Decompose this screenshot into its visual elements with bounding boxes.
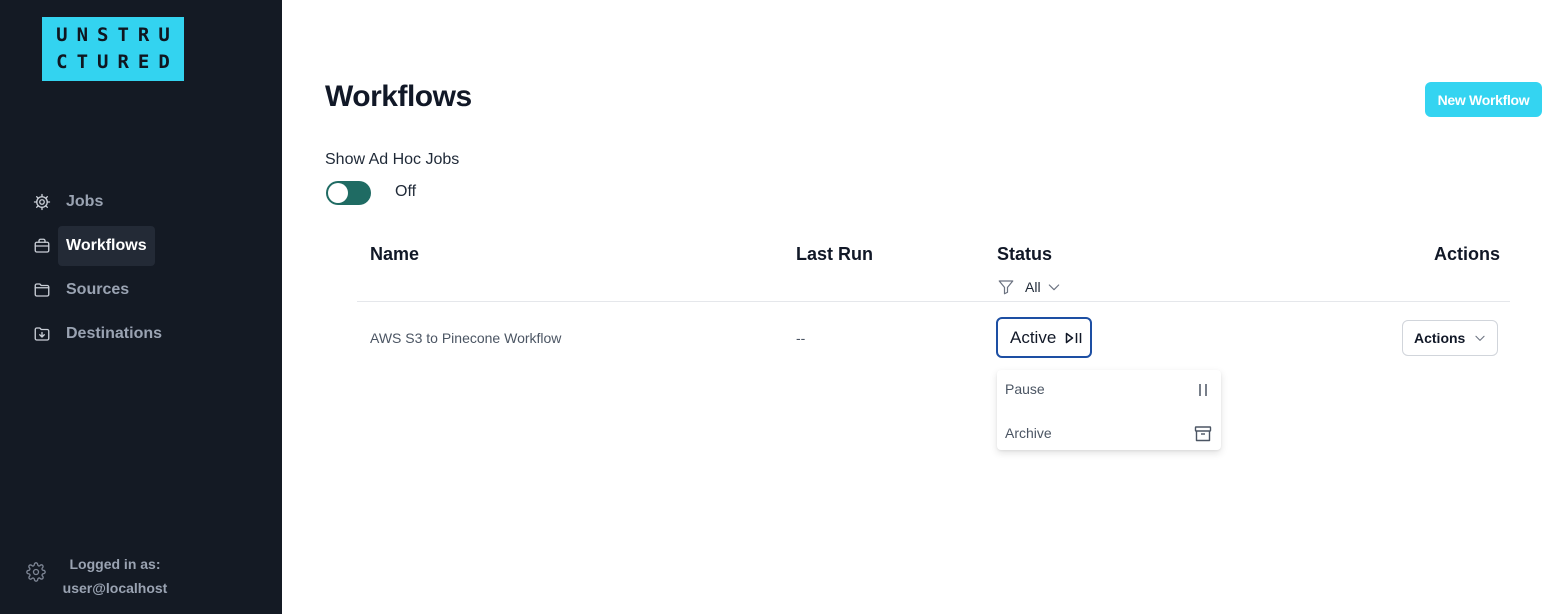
sidebar-item-label: Workflows bbox=[58, 226, 155, 266]
pause-icon bbox=[1199, 384, 1207, 396]
filter-icon bbox=[998, 280, 1014, 295]
workflow-name[interactable]: AWS S3 to Pinecone Workflow bbox=[370, 330, 561, 346]
menu-item-pause[interactable]: Pause bbox=[997, 370, 1221, 410]
logged-in-user: user@localhost bbox=[62, 580, 168, 596]
menu-item-label: Pause bbox=[1005, 381, 1045, 397]
status-value: Active bbox=[1010, 327, 1057, 347]
sidebar-item-label: Destinations bbox=[66, 325, 163, 342]
logged-in-section: Logged in as: user@localhost bbox=[26, 548, 266, 598]
row-actions-label: Actions bbox=[1414, 330, 1466, 346]
sidebar-item-label: Jobs bbox=[66, 193, 104, 210]
toggle-state-label: Off bbox=[395, 183, 417, 200]
status-dropdown-button[interactable]: Active bbox=[996, 317, 1092, 358]
column-header-actions: Actions bbox=[1434, 244, 1501, 264]
sidebar-item-destinations[interactable]: Destinations bbox=[26, 314, 266, 354]
new-workflow-button[interactable]: New Workflow bbox=[1425, 82, 1542, 117]
workflow-last-run: -- bbox=[796, 330, 806, 346]
gear-icon bbox=[26, 182, 58, 222]
show-adhoc-jobs-toggle[interactable] bbox=[326, 181, 371, 205]
menu-item-archive[interactable]: Archive bbox=[997, 414, 1221, 454]
sidebar-item-label: Sources bbox=[66, 281, 130, 298]
logged-in-text: Logged in as: user@localhost bbox=[60, 552, 170, 600]
archive-icon bbox=[1194, 426, 1212, 442]
show-adhoc-jobs-label: Show Ad Hoc Jobs bbox=[325, 151, 460, 168]
status-menu: Pause Archive bbox=[997, 370, 1221, 450]
sidebar-nav: Jobs Workflows Sources Destinations bbox=[26, 182, 266, 358]
logo-line-1: UNSTRU bbox=[56, 24, 179, 46]
sidebar: UNSTRU CTURED Jobs Workflows Sources Des… bbox=[0, 0, 282, 614]
unstructured-logo[interactable]: UNSTRU CTURED bbox=[42, 17, 184, 81]
chevron-down-icon bbox=[1048, 284, 1059, 291]
sidebar-item-sources[interactable]: Sources bbox=[26, 270, 266, 310]
chevron-down-icon bbox=[1475, 335, 1485, 341]
status-filter[interactable]: All bbox=[997, 277, 1062, 297]
logged-in-label: Logged in as: bbox=[69, 556, 161, 572]
play-pause-icon bbox=[1066, 332, 1082, 343]
sidebar-item-jobs[interactable]: Jobs bbox=[26, 182, 266, 222]
toggle-knob bbox=[328, 183, 348, 203]
sidebar-item-workflows[interactable]: Workflows bbox=[26, 226, 266, 266]
briefcase-icon bbox=[26, 226, 58, 266]
column-header-status: Status bbox=[997, 244, 1053, 264]
menu-item-label: Archive bbox=[1005, 425, 1052, 441]
column-header-last-run: Last Run bbox=[796, 244, 874, 264]
page-title: Workflows bbox=[325, 80, 472, 113]
folder-download-icon bbox=[26, 314, 58, 354]
status-filter-value: All bbox=[1025, 279, 1041, 295]
logo-line-2: CTURED bbox=[56, 51, 179, 73]
settings-gear-icon[interactable] bbox=[26, 562, 46, 582]
row-actions-button[interactable]: Actions bbox=[1402, 320, 1498, 356]
table-header-divider bbox=[357, 301, 1510, 302]
folder-icon bbox=[26, 270, 58, 310]
column-header-name: Name bbox=[370, 244, 420, 264]
